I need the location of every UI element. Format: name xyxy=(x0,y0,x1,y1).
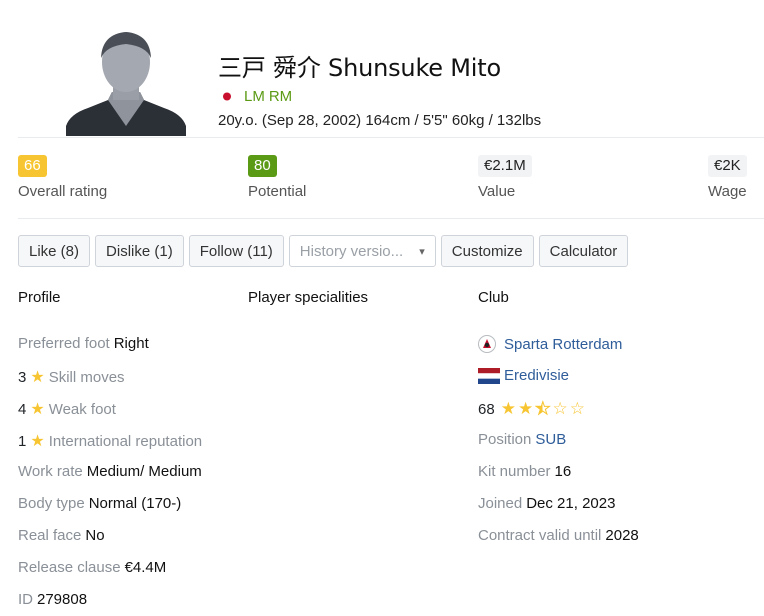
star-full-icon: ★ xyxy=(517,399,534,418)
history-version-placeholder: History versio... xyxy=(299,242,404,260)
contract-value: 2028 xyxy=(605,527,639,544)
profile-heading: Profile xyxy=(18,289,61,306)
intl-reputation-value: 1 xyxy=(18,432,27,450)
kit-number-label: Kit number xyxy=(478,463,551,480)
kit-number-row: Kit number 16 xyxy=(478,463,571,480)
position-tag-rm[interactable]: RM xyxy=(269,88,292,105)
club-rating-row: 68 ★ ★ ★ ☆ ☆ xyxy=(478,399,585,419)
player-bio: 20y.o. (Sep 28, 2002) 164cm / 5'5" 60kg … xyxy=(218,112,542,129)
skill-moves-label: Skill moves xyxy=(48,368,125,386)
position-label: Position xyxy=(478,431,532,448)
value-badge: €2.1M xyxy=(478,155,532,177)
stat-value: €2.1M Value xyxy=(478,155,532,200)
player-name: 三戸 舜介 Shunsuke Mito xyxy=(218,54,501,82)
work-rate-value: Medium/ Medium xyxy=(86,463,202,480)
potential-label: Potential xyxy=(248,183,307,200)
real-face-row: Real face No xyxy=(18,527,105,544)
club-rating-stars: ★ ★ ★ ☆ ☆ xyxy=(499,399,585,419)
work-rate-row: Work rate Medium/ Medium xyxy=(18,463,202,480)
release-clause-value: €4.4M xyxy=(124,559,167,576)
action-toolbar: Like (8) Dislike (1) Follow (11) History… xyxy=(18,235,629,267)
joined-row: Joined Dec 21, 2023 xyxy=(478,495,615,512)
player-positions: LM RM xyxy=(218,88,296,105)
value-label: Value xyxy=(478,183,516,200)
potential-badge: 80 xyxy=(248,155,277,177)
contract-row: Contract valid until 2028 xyxy=(478,527,639,544)
weak-foot-value: 4 xyxy=(18,400,27,418)
wage-badge: €2K xyxy=(708,155,747,177)
body-type-row: Body type Normal (170-) xyxy=(18,495,181,512)
stat-overall: 66 Overall rating xyxy=(18,155,107,200)
preferred-foot-label: Preferred foot xyxy=(18,335,110,352)
club-crest-icon xyxy=(478,335,496,353)
player-avatar xyxy=(66,32,186,136)
skill-moves-value: 3 xyxy=(18,368,27,386)
star-empty-icon: ☆ xyxy=(552,399,568,418)
divider xyxy=(18,137,764,138)
netherlands-flag-icon xyxy=(478,367,500,384)
like-button[interactable]: Like (8) xyxy=(18,235,91,267)
overall-rating-badge: 66 xyxy=(18,155,47,177)
star-icon: ★ xyxy=(30,401,45,418)
wage-label: Wage xyxy=(708,183,747,200)
id-value: 279808 xyxy=(37,591,88,608)
kit-number-value: 16 xyxy=(554,463,572,480)
preferred-foot-value: Right xyxy=(113,335,149,352)
history-version-select[interactable]: History versio... ▾ xyxy=(288,235,436,267)
stat-potential: 80 Potential xyxy=(248,155,306,200)
id-row: ID 279808 xyxy=(18,591,87,608)
joined-label: Joined xyxy=(478,495,523,512)
follow-button[interactable]: Follow (11) xyxy=(188,235,284,267)
release-clause-row: Release clause €4.4M xyxy=(18,559,166,576)
real-face-label: Real face xyxy=(18,527,82,544)
body-type-label: Body type xyxy=(18,495,85,512)
real-face-value: No xyxy=(85,527,105,544)
star-half-icon: ★ xyxy=(535,399,551,419)
contract-label: Contract valid until xyxy=(478,527,602,544)
position-tag-lm[interactable]: LM xyxy=(244,88,265,105)
joined-value: Dec 21, 2023 xyxy=(526,495,616,512)
calculator-button[interactable]: Calculator xyxy=(538,235,629,267)
club-rating-value: 68 xyxy=(478,400,495,418)
position-value[interactable]: SUB xyxy=(535,431,566,448)
star-icon: ★ xyxy=(30,433,45,450)
position-row: Position SUB xyxy=(478,431,566,448)
intl-reputation-label: International reputation xyxy=(48,432,203,450)
club-row: Sparta Rotterdam xyxy=(478,335,622,353)
chevron-down-icon: ▾ xyxy=(419,245,425,258)
league-row: Eredivisie xyxy=(478,367,569,384)
body-type-value: Normal (170-) xyxy=(88,495,182,512)
id-label: ID xyxy=(18,591,33,608)
stat-wage: €2K Wage xyxy=(708,155,747,200)
japan-flag-icon xyxy=(218,90,236,103)
specialities-heading: Player specialities xyxy=(248,289,369,306)
dislike-button[interactable]: Dislike (1) xyxy=(95,235,184,267)
skill-moves-row: 3 ★ Skill moves xyxy=(18,367,125,387)
club-heading: Club xyxy=(478,289,509,306)
preferred-foot-row: Preferred foot Right xyxy=(18,335,149,352)
work-rate-label: Work rate xyxy=(18,463,83,480)
divider xyxy=(18,218,764,219)
star-icon: ★ xyxy=(30,369,45,386)
star-full-icon: ★ xyxy=(500,399,516,418)
weak-foot-row: 4 ★ Weak foot xyxy=(18,399,116,419)
weak-foot-label: Weak foot xyxy=(48,400,116,418)
release-clause-label: Release clause xyxy=(18,559,121,576)
intl-reputation-row: 1 ★ International reputation xyxy=(18,431,202,451)
league-link[interactable]: Eredivisie xyxy=(504,367,569,384)
overall-rating-label: Overall rating xyxy=(18,183,108,200)
club-link[interactable]: Sparta Rotterdam xyxy=(504,336,622,353)
star-empty-icon: ☆ xyxy=(569,399,585,418)
customize-button[interactable]: Customize xyxy=(440,235,534,267)
